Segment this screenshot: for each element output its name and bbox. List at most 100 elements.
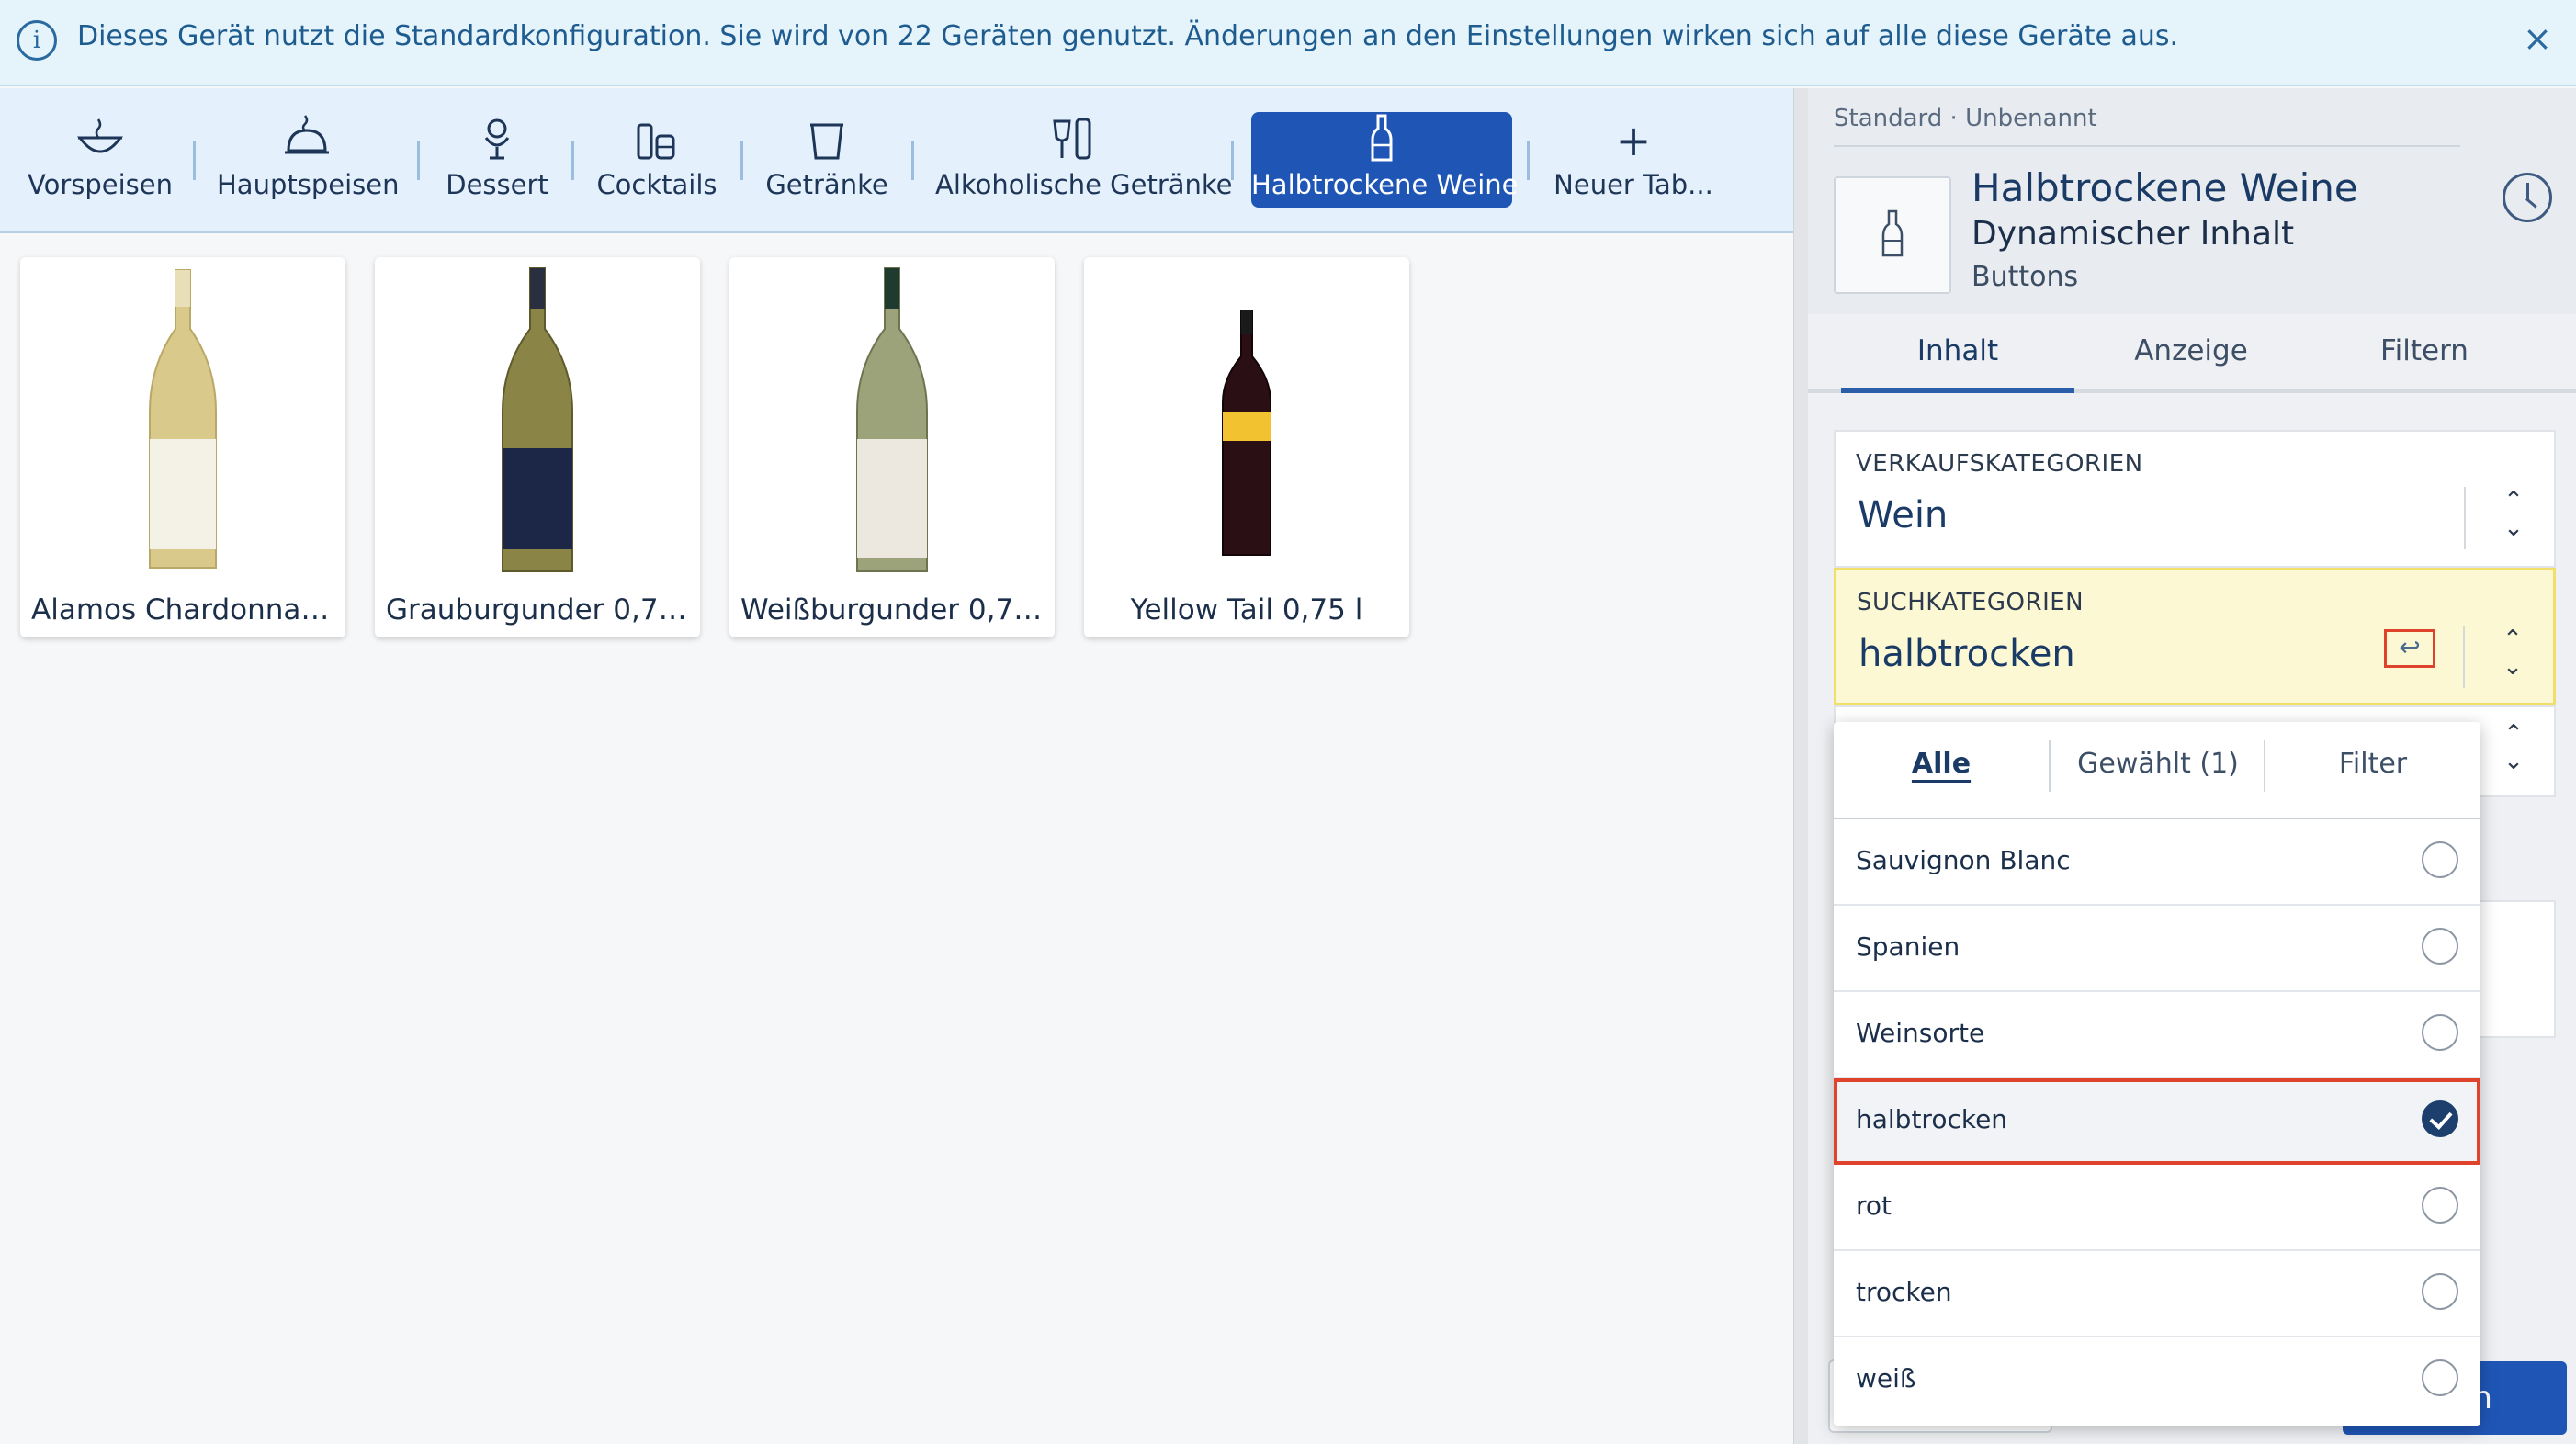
tab-anzeige[interactable]: Anzeige — [2074, 314, 2308, 393]
cup-icon — [763, 112, 891, 169]
enter-icon[interactable]: ↩ — [2384, 629, 2435, 668]
bottle-image — [729, 265, 1055, 577]
tab-label: Alkoholische Getränke — [935, 169, 1233, 200]
tab-halbtrockene-weine[interactable]: Halbtrockene Weine — [1251, 112, 1519, 208]
button-thumbnail — [1834, 176, 1951, 294]
tab-label: Hauptspeisen — [217, 169, 400, 200]
tab-vorspeisen[interactable]: Vorspeisen — [20, 112, 180, 208]
product-grid: Alamos Chardonnay 0... Grauburgunder 0,7… — [0, 235, 1793, 1444]
radio-button[interactable] — [2422, 841, 2458, 878]
item-label: weiß — [1856, 1363, 1916, 1393]
radio-button[interactable] — [2422, 1014, 2458, 1051]
suchkategorien-field[interactable]: SUCHKATEGORIEN halbtrocken ↩ ⌃ ⌄ — [1834, 568, 2556, 705]
history-icon[interactable] — [2503, 173, 2552, 222]
info-icon: i — [17, 20, 57, 61]
verkaufskategorien-field[interactable]: VERKAUFSKATEGORIEN Wein ⌃ ⌄ — [1834, 430, 2556, 568]
dropdown-tab-alle[interactable]: Alle — [1834, 737, 2049, 792]
tab-label: Cocktails — [596, 169, 717, 200]
tab-separator — [1527, 141, 1530, 180]
panel-divider[interactable] — [1793, 88, 1808, 1444]
bottle-image — [375, 265, 700, 577]
dropdown-list: Sauvignon Blanc Spanien Weinsorte halbtr… — [1834, 819, 2480, 1424]
radio-button[interactable] — [2422, 1187, 2458, 1224]
dropdown-tab-filter[interactable]: Filter — [2265, 737, 2480, 792]
bottle-icon — [1874, 208, 1911, 263]
tab-separator — [911, 141, 914, 180]
tab-label: Vorspeisen — [28, 169, 173, 200]
tab-separator — [417, 141, 420, 180]
radio-button[interactable] — [2422, 928, 2458, 965]
divider — [1834, 145, 2460, 147]
panel-tabs: Inhalt Anzeige Filtern — [1808, 314, 2576, 393]
reorder-stepper[interactable]: ⌃ ⌄ — [2495, 487, 2532, 553]
item-label: trocken — [1856, 1277, 1952, 1307]
tab-label: Halbtrockene Weine — [1251, 169, 1519, 200]
field-value: halbtrocken — [1859, 633, 2075, 675]
item-label: Spanien — [1856, 931, 1960, 962]
dropdown-tab-gewaehlt[interactable]: Gewählt (1) — [2051, 737, 2265, 792]
tab-alkoholische-getraenke[interactable]: Alkoholische Getränke — [935, 112, 1233, 208]
radio-button[interactable] — [2422, 1359, 2458, 1396]
tab-separator — [193, 141, 196, 180]
bottle-image — [1084, 265, 1409, 577]
breadcrumb: Standard · Unbenannt — [1834, 105, 2097, 132]
product-card[interactable]: Yellow Tail 0,75 l — [1084, 257, 1409, 637]
bottle-icon — [1251, 112, 1512, 169]
cocktail-icon — [595, 112, 718, 169]
bottle-image — [20, 265, 345, 577]
tab-cocktails[interactable]: Cocktails — [595, 112, 718, 208]
product-card[interactable]: Weißburgunder 0,75 l — [729, 257, 1055, 637]
category-dropdown: Alle Gewählt (1) Filter Sauvignon Blanc … — [1834, 722, 2480, 1426]
product-card[interactable]: Alamos Chardonnay 0... — [20, 257, 345, 637]
ice-cream-icon — [437, 112, 557, 169]
panel-title: Halbtrockene Weine — [1972, 165, 2358, 210]
bowl-icon — [20, 112, 180, 169]
list-item[interactable]: weiß — [1834, 1337, 2480, 1424]
product-card[interactable]: Grauburgunder 0,75 l — [375, 257, 700, 637]
tab-dessert[interactable]: Dessert — [437, 112, 557, 208]
tab-hauptspeisen[interactable]: Hauptspeisen — [217, 112, 400, 208]
item-label: rot — [1856, 1190, 1892, 1221]
tab-separator — [571, 141, 574, 180]
reorder-stepper[interactable]: ⌃ ⌄ — [2494, 626, 2531, 692]
tab-label: Dessert — [446, 169, 548, 200]
product-name: Grauburgunder 0,75 l — [386, 593, 694, 626]
list-item[interactable]: Weinsorte — [1834, 992, 2480, 1078]
tab-filtern[interactable]: Filtern — [2308, 314, 2541, 393]
product-name: Yellow Tail 0,75 l — [1130, 593, 1363, 626]
tab-inhalt[interactable]: Inhalt — [1841, 314, 2074, 393]
divider — [2464, 487, 2466, 549]
item-label: Weinsorte — [1856, 1018, 1985, 1048]
field-value: Wein — [1858, 494, 1949, 536]
wine-glass-icon — [935, 112, 1211, 169]
checked-radio-icon[interactable] — [2422, 1100, 2458, 1137]
item-label: halbtrocken — [1856, 1104, 2008, 1134]
close-icon[interactable]: × — [2515, 17, 2559, 61]
radio-button[interactable] — [2422, 1273, 2458, 1310]
cloche-icon — [217, 112, 397, 169]
item-label: Sauvignon Blanc — [1856, 845, 2071, 875]
list-item[interactable]: trocken — [1834, 1251, 2480, 1337]
product-name: Weißburgunder 0,75 l — [740, 593, 1049, 626]
tab-label: Neuer Tab... — [1554, 169, 1713, 200]
dropdown-tabs: Alle Gewählt (1) Filter — [1834, 722, 2480, 819]
reorder-stepper[interactable]: ⌃ ⌄ — [2495, 720, 2532, 786]
divider — [2463, 626, 2465, 688]
list-item-selected[interactable]: halbtrocken — [1834, 1078, 2480, 1165]
tab-separator — [740, 141, 743, 180]
tab-neuer-tab[interactable]: + Neuer Tab... — [1551, 112, 1716, 208]
plus-icon: + — [1615, 116, 1652, 165]
panel-header: Standard · Unbenannt Halbtrockene Weine … — [1808, 88, 2576, 314]
list-item[interactable]: rot — [1834, 1165, 2480, 1251]
category-tab-bar: Vorspeisen Hauptspeisen Dessert Cocktail… — [0, 88, 1793, 233]
list-item[interactable]: Spanien — [1834, 906, 2480, 992]
tab-separator — [1231, 141, 1234, 180]
product-name: Alamos Chardonnay 0... — [31, 593, 345, 626]
banner-message: Dieses Gerät nutzt die Standardkonfigura… — [77, 20, 2179, 52]
list-item[interactable]: Sauvignon Blanc — [1834, 819, 2480, 906]
tab-getraenke[interactable]: Getränke — [763, 112, 891, 208]
panel-subtitle: Dynamischer Inhalt — [1972, 215, 2295, 253]
config-banner: i Dieses Gerät nutzt die Standardkonfigu… — [0, 0, 2576, 86]
tab-label: Getränke — [765, 169, 888, 200]
panel-type: Buttons — [1972, 261, 2079, 293]
